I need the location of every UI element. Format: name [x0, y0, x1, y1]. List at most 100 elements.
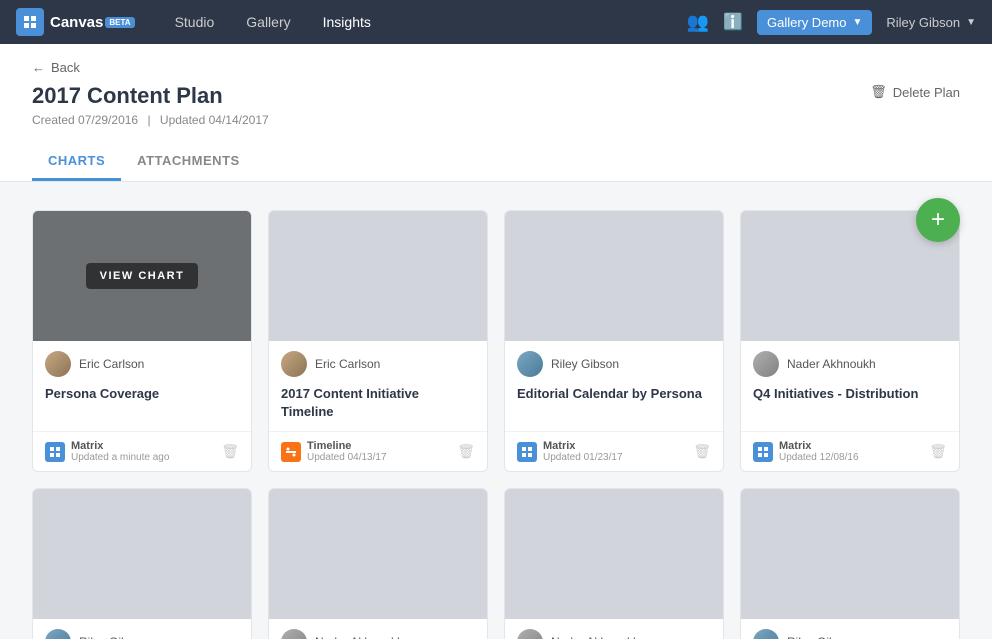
- chevron-down-icon: ▼: [852, 17, 862, 28]
- card-thumbnail: [269, 211, 487, 341]
- author-name: Riley Gibson: [551, 357, 619, 371]
- delete-plan-button[interactable]: 🗑 Delete Plan: [870, 84, 960, 100]
- plus-icon: +: [931, 206, 945, 234]
- type-name: Matrix: [543, 440, 623, 452]
- type-name: Timeline: [307, 440, 387, 452]
- avatar: [753, 351, 779, 377]
- card-title: Persona Coverage: [33, 381, 251, 431]
- author-name: Nader Akhnoukh: [551, 635, 640, 639]
- card-author: Nader Akhnoukh: [741, 341, 959, 381]
- avatar: [281, 629, 307, 639]
- page-meta: Created 07/29/2016 | Updated 04/14/2017: [32, 113, 269, 127]
- delete-card-icon[interactable]: 🗑: [693, 443, 711, 460]
- card-type: MatrixUpdated a minute ago: [45, 440, 169, 463]
- tab-attachments[interactable]: ATTACHMENTS: [121, 143, 256, 181]
- card-2[interactable]: Eric Carlson 2017 Content Initiative Tim…: [268, 210, 488, 472]
- card-author: Riley Gibson: [33, 619, 251, 639]
- card-footer: MatrixUpdated a minute ago 🗑: [33, 431, 251, 471]
- chevron-down-icon: ▼: [966, 17, 976, 28]
- workspace-selector[interactable]: Gallery Demo ▼: [757, 10, 872, 35]
- card-5[interactable]: Riley Gibson Regional Theme Coverage Mat…: [32, 488, 252, 639]
- card-thumbnail: [505, 211, 723, 341]
- back-arrow-icon: ←: [32, 60, 45, 75]
- tabs-row: CHARTS ATTACHMENTS: [32, 143, 960, 181]
- nav-logo[interactable]: Canvas BETA: [16, 8, 135, 36]
- author-name: Riley Gibson: [787, 635, 855, 639]
- avatar: [45, 629, 71, 639]
- card-author: Riley Gibson: [741, 619, 959, 639]
- card-thumbnail: [269, 489, 487, 619]
- tab-charts[interactable]: CHARTS: [32, 143, 121, 181]
- type-updated: Updated 01/23/17: [543, 452, 623, 463]
- avatar: [517, 351, 543, 377]
- page-title-row: ← Back 2017 Content Plan Created 07/29/2…: [32, 60, 960, 127]
- canvas-icon: [16, 8, 44, 36]
- card-3[interactable]: Riley Gibson Editorial Calendar by Perso…: [504, 210, 724, 472]
- nav-right: 👥 ℹ️ Gallery Demo ▼ Riley Gibson ▼: [687, 10, 976, 35]
- avatar: [281, 351, 307, 377]
- card-author: Eric Carlson: [33, 341, 251, 381]
- card-thumbnail: VIEW CHART: [33, 211, 251, 341]
- beta-badge: BETA: [105, 17, 134, 28]
- card-footer: TimelineUpdated 04/13/17 🗑: [269, 431, 487, 471]
- user-label: Riley Gibson: [886, 15, 960, 30]
- nav-insights[interactable]: Insights: [307, 0, 387, 44]
- group-icon[interactable]: 👥: [687, 12, 709, 33]
- type-updated: Updated 04/13/17: [307, 452, 387, 463]
- back-link[interactable]: ← Back: [32, 60, 269, 75]
- author-name: Nader Akhnoukh: [315, 635, 404, 639]
- card-title: Q4 Initiatives - Distribution: [741, 381, 959, 431]
- logo-text: Canvas: [50, 14, 103, 31]
- card-8[interactable]: Riley Gibson Marketing Theme Coverage Ma…: [740, 488, 960, 639]
- card-author: Eric Carlson: [269, 341, 487, 381]
- card-title: Editorial Calendar by Persona: [505, 381, 723, 431]
- user-menu[interactable]: Riley Gibson ▼: [886, 15, 976, 30]
- avatar: [45, 351, 71, 377]
- card-1[interactable]: VIEW CHART Eric Carlson Persona Coverage…: [32, 210, 252, 472]
- type-icon: [517, 442, 537, 462]
- info-icon[interactable]: ℹ️: [723, 12, 743, 32]
- card-title: 2017 Content Initiative Timeline: [269, 381, 487, 431]
- view-chart-button[interactable]: VIEW CHART: [86, 263, 199, 289]
- card-type: MatrixUpdated 01/23/17: [517, 440, 623, 463]
- subheader: ← Back 2017 Content Plan Created 07/29/2…: [0, 44, 992, 182]
- card-author: Nader Akhnoukh: [269, 619, 487, 639]
- type-name: Matrix: [71, 440, 169, 452]
- avatar: [517, 629, 543, 639]
- author-name: Riley Gibson: [79, 635, 147, 639]
- view-chart-overlay[interactable]: VIEW CHART: [33, 211, 251, 341]
- card-thumbnail: [33, 489, 251, 619]
- page-title: 2017 Content Plan: [32, 83, 269, 109]
- type-icon: [45, 442, 65, 462]
- type-icon: [281, 442, 301, 462]
- card-author: Nader Akhnoukh: [505, 619, 723, 639]
- card-7[interactable]: Nader Akhnoukh Delivery by Quarter: Bus.…: [504, 488, 724, 639]
- trash-icon: 🗑: [870, 84, 887, 100]
- type-icon: [753, 442, 773, 462]
- card-6[interactable]: Nader Akhnoukh Marketing Priority Covera…: [268, 488, 488, 639]
- type-updated: Updated a minute ago: [71, 452, 169, 463]
- delete-card-icon[interactable]: 🗑: [929, 443, 947, 460]
- card-footer: MatrixUpdated 01/23/17 🗑: [505, 431, 723, 471]
- avatar: [753, 629, 779, 639]
- card-author: Riley Gibson: [505, 341, 723, 381]
- author-name: Eric Carlson: [315, 357, 380, 371]
- type-updated: Updated 12/08/16: [779, 452, 859, 463]
- back-label: Back: [51, 60, 80, 75]
- fab-button[interactable]: +: [916, 198, 960, 242]
- card-thumbnail: [505, 489, 723, 619]
- card-4[interactable]: Nader Akhnoukh Q4 Initiatives - Distribu…: [740, 210, 960, 472]
- author-name: Eric Carlson: [79, 357, 144, 371]
- cards-grid: VIEW CHART Eric Carlson Persona Coverage…: [32, 210, 960, 639]
- workspace-label: Gallery Demo: [767, 15, 846, 30]
- author-name: Nader Akhnoukh: [787, 357, 876, 371]
- card-thumbnail: [741, 489, 959, 619]
- delete-card-icon[interactable]: 🗑: [221, 443, 239, 460]
- card-type: MatrixUpdated 12/08/16: [753, 440, 859, 463]
- delete-card-icon[interactable]: 🗑: [457, 443, 475, 460]
- main-content: + VIEW CHART Eric Carlson Persona Covera…: [0, 182, 992, 639]
- nav-gallery[interactable]: Gallery: [230, 0, 306, 44]
- nav-studio[interactable]: Studio: [159, 0, 231, 44]
- type-name: Matrix: [779, 440, 859, 452]
- card-footer: MatrixUpdated 12/08/16 🗑: [741, 431, 959, 471]
